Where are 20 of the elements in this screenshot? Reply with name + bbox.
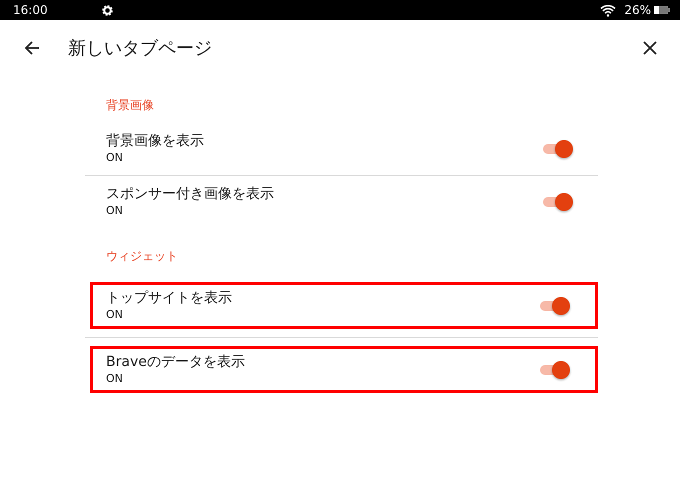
setting-summary: ON bbox=[106, 150, 124, 166]
status-time: 16:00 bbox=[13, 3, 48, 17]
wifi-icon bbox=[600, 4, 616, 16]
page-title: 新しいタブページ bbox=[68, 36, 213, 60]
setting-title: スポンサー付き画像を表示 bbox=[106, 185, 275, 203]
setting-summary: ON bbox=[106, 370, 124, 386]
setting-summary: ON bbox=[106, 203, 124, 219]
battery-percent: 26% bbox=[624, 3, 651, 17]
setting-title: 背景画像を表示 bbox=[106, 132, 205, 150]
setting-row[interactable]: スポンサー付き画像を表示 ON bbox=[85, 176, 598, 228]
battery-icon bbox=[654, 5, 670, 15]
settings-icon bbox=[100, 4, 114, 16]
highlighted-setting-row[interactable]: Braveのデータを表示 ON bbox=[90, 346, 598, 393]
setting-title: トップサイトを表示 bbox=[106, 288, 233, 306]
highlighted-setting-row[interactable]: トップサイトを表示 ON bbox=[90, 282, 598, 329]
setting-summary: ON bbox=[106, 306, 124, 322]
section-header: 背景画像 bbox=[105, 97, 155, 114]
section-header: ウィジェット bbox=[105, 248, 179, 265]
setting-title: Braveのデータを表示 bbox=[106, 352, 246, 370]
setting-row[interactable]: 背景画像を表示 ON bbox=[85, 123, 598, 175]
